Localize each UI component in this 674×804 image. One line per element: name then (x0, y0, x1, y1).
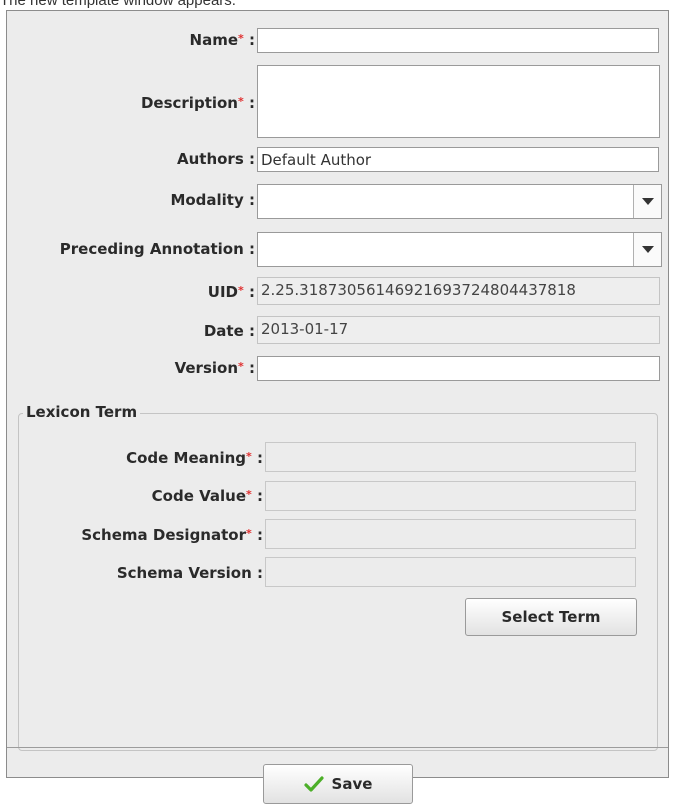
schema-designator-label: Schema Designator* : (81, 526, 263, 544)
authors-input[interactable]: Default Author (257, 147, 659, 172)
schema-designator-field (265, 519, 636, 549)
code-value-field (265, 481, 636, 511)
schema-version-field (265, 557, 636, 587)
name-input[interactable] (257, 28, 659, 53)
save-button[interactable]: Save (263, 764, 413, 804)
preceding-annotation-dropdown-button[interactable] (633, 233, 661, 266)
required-mark: * (246, 488, 252, 501)
uid-field: 2.25.31873056146921693724804437818 (257, 277, 660, 305)
uid-label: UID* : (207, 283, 255, 301)
required-mark: * (238, 284, 244, 297)
date-field: 2013-01-17 (257, 316, 660, 344)
required-mark: * (238, 360, 244, 373)
preceding-annotation-label: Preceding Annotation : (59, 240, 255, 258)
required-mark: * (238, 32, 244, 45)
select-term-button[interactable]: Select Term (465, 598, 637, 636)
modality-select[interactable] (257, 184, 662, 219)
required-mark: * (238, 95, 244, 108)
new-template-window: Name* : Description* : Authors : Default… (6, 10, 669, 804)
footer-divider (7, 747, 668, 748)
description-label: Description* : (140, 94, 255, 112)
required-mark: * (246, 527, 252, 540)
modality-dropdown-button[interactable] (633, 185, 661, 218)
version-input[interactable] (257, 356, 660, 381)
code-meaning-label: Code Meaning* : (126, 449, 263, 467)
lexicon-term-title: Lexicon Term (23, 403, 141, 421)
version-label: Version* : (174, 359, 255, 377)
required-mark: * (246, 450, 252, 463)
preceding-annotation-select[interactable] (257, 232, 662, 267)
schema-version-label: Schema Version : (116, 564, 263, 582)
name-label: Name* : (189, 31, 255, 49)
modality-label: Modality : (170, 191, 255, 209)
code-value-label: Code Value* : (151, 487, 263, 505)
code-meaning-field (265, 442, 636, 472)
page-caption: The new template window appears. (0, 0, 236, 9)
authors-label: Authors : (176, 150, 255, 168)
description-textarea[interactable] (257, 65, 660, 138)
date-label: Date : (203, 322, 255, 340)
chevron-down-icon (641, 246, 654, 253)
chevron-down-icon (641, 198, 654, 205)
